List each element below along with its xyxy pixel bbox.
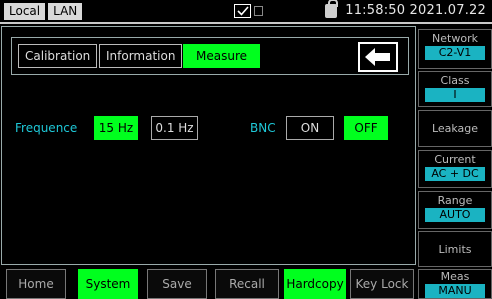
recall-button[interactable]: Recall <box>215 269 279 299</box>
status-bar: Local LAN 11:58:50 2021.07.22 <box>0 0 492 24</box>
class-softkey[interactable]: Class I <box>418 71 492 107</box>
checkmark-icon <box>234 4 251 18</box>
class-label: Class <box>440 74 470 87</box>
network-label: Network <box>432 32 478 45</box>
datetime: 11:58:50 2021.07.22 <box>345 3 486 18</box>
home-button[interactable]: Home <box>6 269 66 299</box>
tab-measure[interactable]: Measure <box>183 44 260 68</box>
range-value: AUTO <box>425 208 485 222</box>
bnc-off-option[interactable]: OFF <box>344 116 388 140</box>
tab-calibration[interactable]: Calibration <box>18 44 98 68</box>
lock-icon <box>325 0 339 18</box>
leakage-softkey[interactable]: Leakage <box>418 110 492 147</box>
system-button[interactable]: System <box>78 269 138 299</box>
bnc-label: BNC <box>250 121 276 135</box>
storage-icon <box>254 6 263 16</box>
status-icons <box>234 4 263 18</box>
lan-tag: LAN <box>48 3 83 20</box>
leakage-label: Leakage <box>431 122 479 135</box>
current-softkey[interactable]: Current AC + DC <box>418 150 492 188</box>
meas-softkey[interactable]: Meas MANU <box>418 269 492 299</box>
frequence-0-1hz-option[interactable]: 0.1 Hz <box>151 116 198 140</box>
current-label: Current <box>434 153 476 166</box>
tab-information[interactable]: Information <box>99 44 183 68</box>
hardcopy-button[interactable]: Hardcopy <box>284 269 346 299</box>
back-button[interactable] <box>358 42 398 72</box>
softkey-column: Network C2-V1 Class I Leakage Current AC… <box>418 29 492 299</box>
tab-bar: Calibration Information Measure <box>11 37 409 75</box>
network-value: C2-V1 <box>425 46 485 60</box>
bnc-on-option[interactable]: ON <box>286 116 334 140</box>
frequence-15hz-option[interactable]: 15 Hz <box>94 116 138 140</box>
network-softkey[interactable]: Network C2-V1 <box>418 29 492 69</box>
limits-label: Limits <box>438 243 472 256</box>
key-lock-button[interactable]: Key Lock <box>350 269 414 299</box>
range-label: Range <box>437 194 473 207</box>
bottom-menu: Home System Save Recall Hardcopy Key Loc… <box>1 266 416 299</box>
current-value: AC + DC <box>425 167 485 181</box>
connection-tags: Local LAN <box>4 3 83 20</box>
save-button[interactable]: Save <box>147 269 207 299</box>
meas-label: Meas <box>440 270 470 283</box>
back-arrow-icon <box>365 48 390 66</box>
meas-value: MANU <box>425 284 485 298</box>
limits-softkey[interactable]: Limits <box>418 231 492 267</box>
class-value: I <box>425 88 485 102</box>
status-right: 11:58:50 2021.07.22 <box>325 0 486 18</box>
frequence-label: Frequence <box>15 121 78 135</box>
range-softkey[interactable]: Range AUTO <box>418 191 492 229</box>
main-panel: Calibration Information Measure Frequenc… <box>1 26 416 265</box>
local-tag: Local <box>4 3 46 20</box>
